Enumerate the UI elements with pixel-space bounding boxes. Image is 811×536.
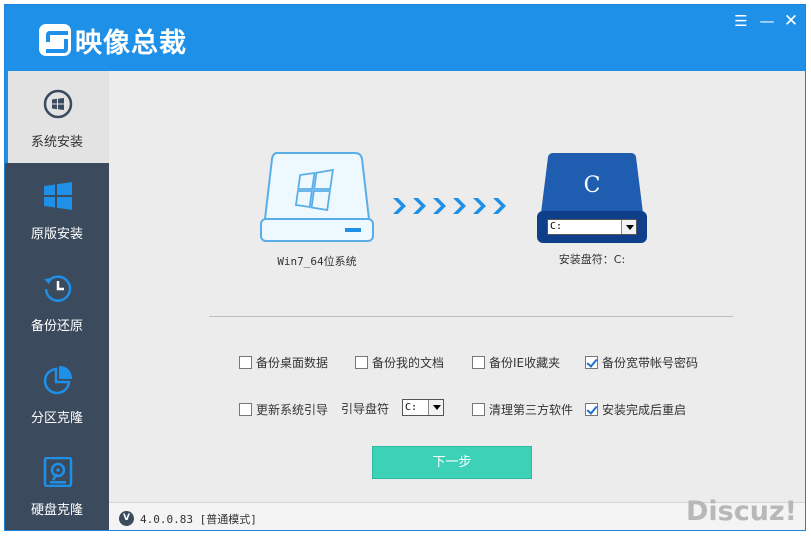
option-label: 备份桌面数据 [256, 355, 329, 370]
checkbox-checked[interactable] [585, 402, 598, 416]
checkbox[interactable] [355, 355, 368, 369]
windows-logo-icon [44, 182, 72, 210]
option-backup-ie-favorites[interactable]: 备份IE收藏夹 [472, 354, 560, 370]
sidebar: 系统安装 原版安装 备份还原 分区克隆 硬盘克隆 [5, 71, 109, 530]
option-backup-broadband-account[interactable]: 备份宽带帐号密码 [585, 354, 698, 370]
chevron-down-icon[interactable] [621, 220, 636, 234]
option-label: 安装完成后重启 [602, 402, 687, 417]
option-clean-third-party[interactable]: 清理第三方软件 [472, 401, 573, 417]
main-panel: Win7_64位系统 C C: 安装盘符：C: 备份桌面数据 备份我的文档 备份… [109, 71, 805, 502]
checkbox[interactable] [239, 355, 252, 369]
windows-disc-icon [43, 89, 73, 119]
checkbox-checked[interactable] [585, 355, 598, 369]
divider [209, 316, 733, 317]
next-button[interactable]: 下一步 [372, 446, 532, 479]
checkbox[interactable] [472, 402, 485, 416]
install-drive-label: 安装盘符：C: [558, 253, 626, 266]
sidebar-item-label: 分区克隆 [30, 411, 83, 426]
sidebar-item-original-install[interactable]: 原版安装 [5, 163, 109, 255]
chevron-down-icon[interactable] [428, 400, 443, 415]
version-text: 4.0.0.83 [普通模式] [140, 513, 257, 526]
option-restart-after-install[interactable]: 安装完成后重启 [585, 401, 686, 417]
sidebar-item-system-install[interactable]: 系统安装 [5, 71, 109, 163]
app-title: 映像总裁 [75, 27, 187, 59]
checkbox[interactable] [472, 355, 485, 369]
direction-arrows-icon [393, 198, 506, 214]
clock-restore-icon [44, 275, 72, 302]
sidebar-item-partition-clone[interactable]: 分区克隆 [5, 347, 109, 439]
pie-chart-icon [43, 365, 73, 395]
target-drive-letter: C [583, 173, 601, 198]
option-label: 备份我的文档 [372, 355, 445, 370]
sidebar-item-label: 硬盘克隆 [30, 503, 83, 518]
app-logo: 映像总裁 [39, 23, 187, 59]
source-drive-icon [260, 152, 374, 242]
option-backup-desktop[interactable]: 备份桌面数据 [239, 354, 328, 370]
boot-drive-select-value: C: [405, 402, 418, 413]
sidebar-item-backup-restore[interactable]: 备份还原 [5, 255, 109, 347]
target-drive: C C: [537, 151, 647, 246]
app-window: 映像总裁 ☰ — ✕ 系统安装 原版安装 备份还原 分区克隆 硬盘克隆 Win7… [4, 4, 806, 531]
option-label: 备份IE收藏夹 [489, 355, 561, 370]
option-update-boot[interactable]: 更新系统引导 [239, 401, 328, 417]
option-label: 清理第三方软件 [489, 402, 574, 417]
option-backup-documents[interactable]: 备份我的文档 [355, 354, 444, 370]
boot-drive-select[interactable]: C: [402, 399, 444, 416]
target-drive-select[interactable]: C: [547, 219, 637, 235]
title-bar[interactable]: 映像总裁 ☰ — ✕ [5, 5, 805, 71]
sidebar-item-label: 系统安装 [30, 135, 83, 150]
sidebar-item-disk-clone[interactable]: 硬盘克隆 [5, 439, 109, 530]
menu-icon[interactable]: ☰ [731, 11, 751, 31]
option-label: 更新系统引导 [256, 402, 329, 417]
disk-clone-icon [43, 457, 73, 487]
minimize-button[interactable]: — [757, 11, 777, 31]
sidebar-item-label: 备份还原 [30, 319, 83, 334]
option-label: 备份宽带帐号密码 [602, 355, 699, 370]
target-drive-select-value: C: [550, 221, 563, 232]
source-image-label: Win7_64位系统 [277, 255, 357, 268]
boot-drive-label: 引导盘符 [341, 402, 390, 416]
checkbox[interactable] [239, 402, 252, 416]
sidebar-item-label: 原版安装 [30, 227, 83, 242]
close-button[interactable]: ✕ [781, 11, 801, 31]
version-icon: V [119, 511, 134, 526]
logo-s-icon [39, 24, 71, 56]
watermark: Discuz! [686, 496, 797, 527]
